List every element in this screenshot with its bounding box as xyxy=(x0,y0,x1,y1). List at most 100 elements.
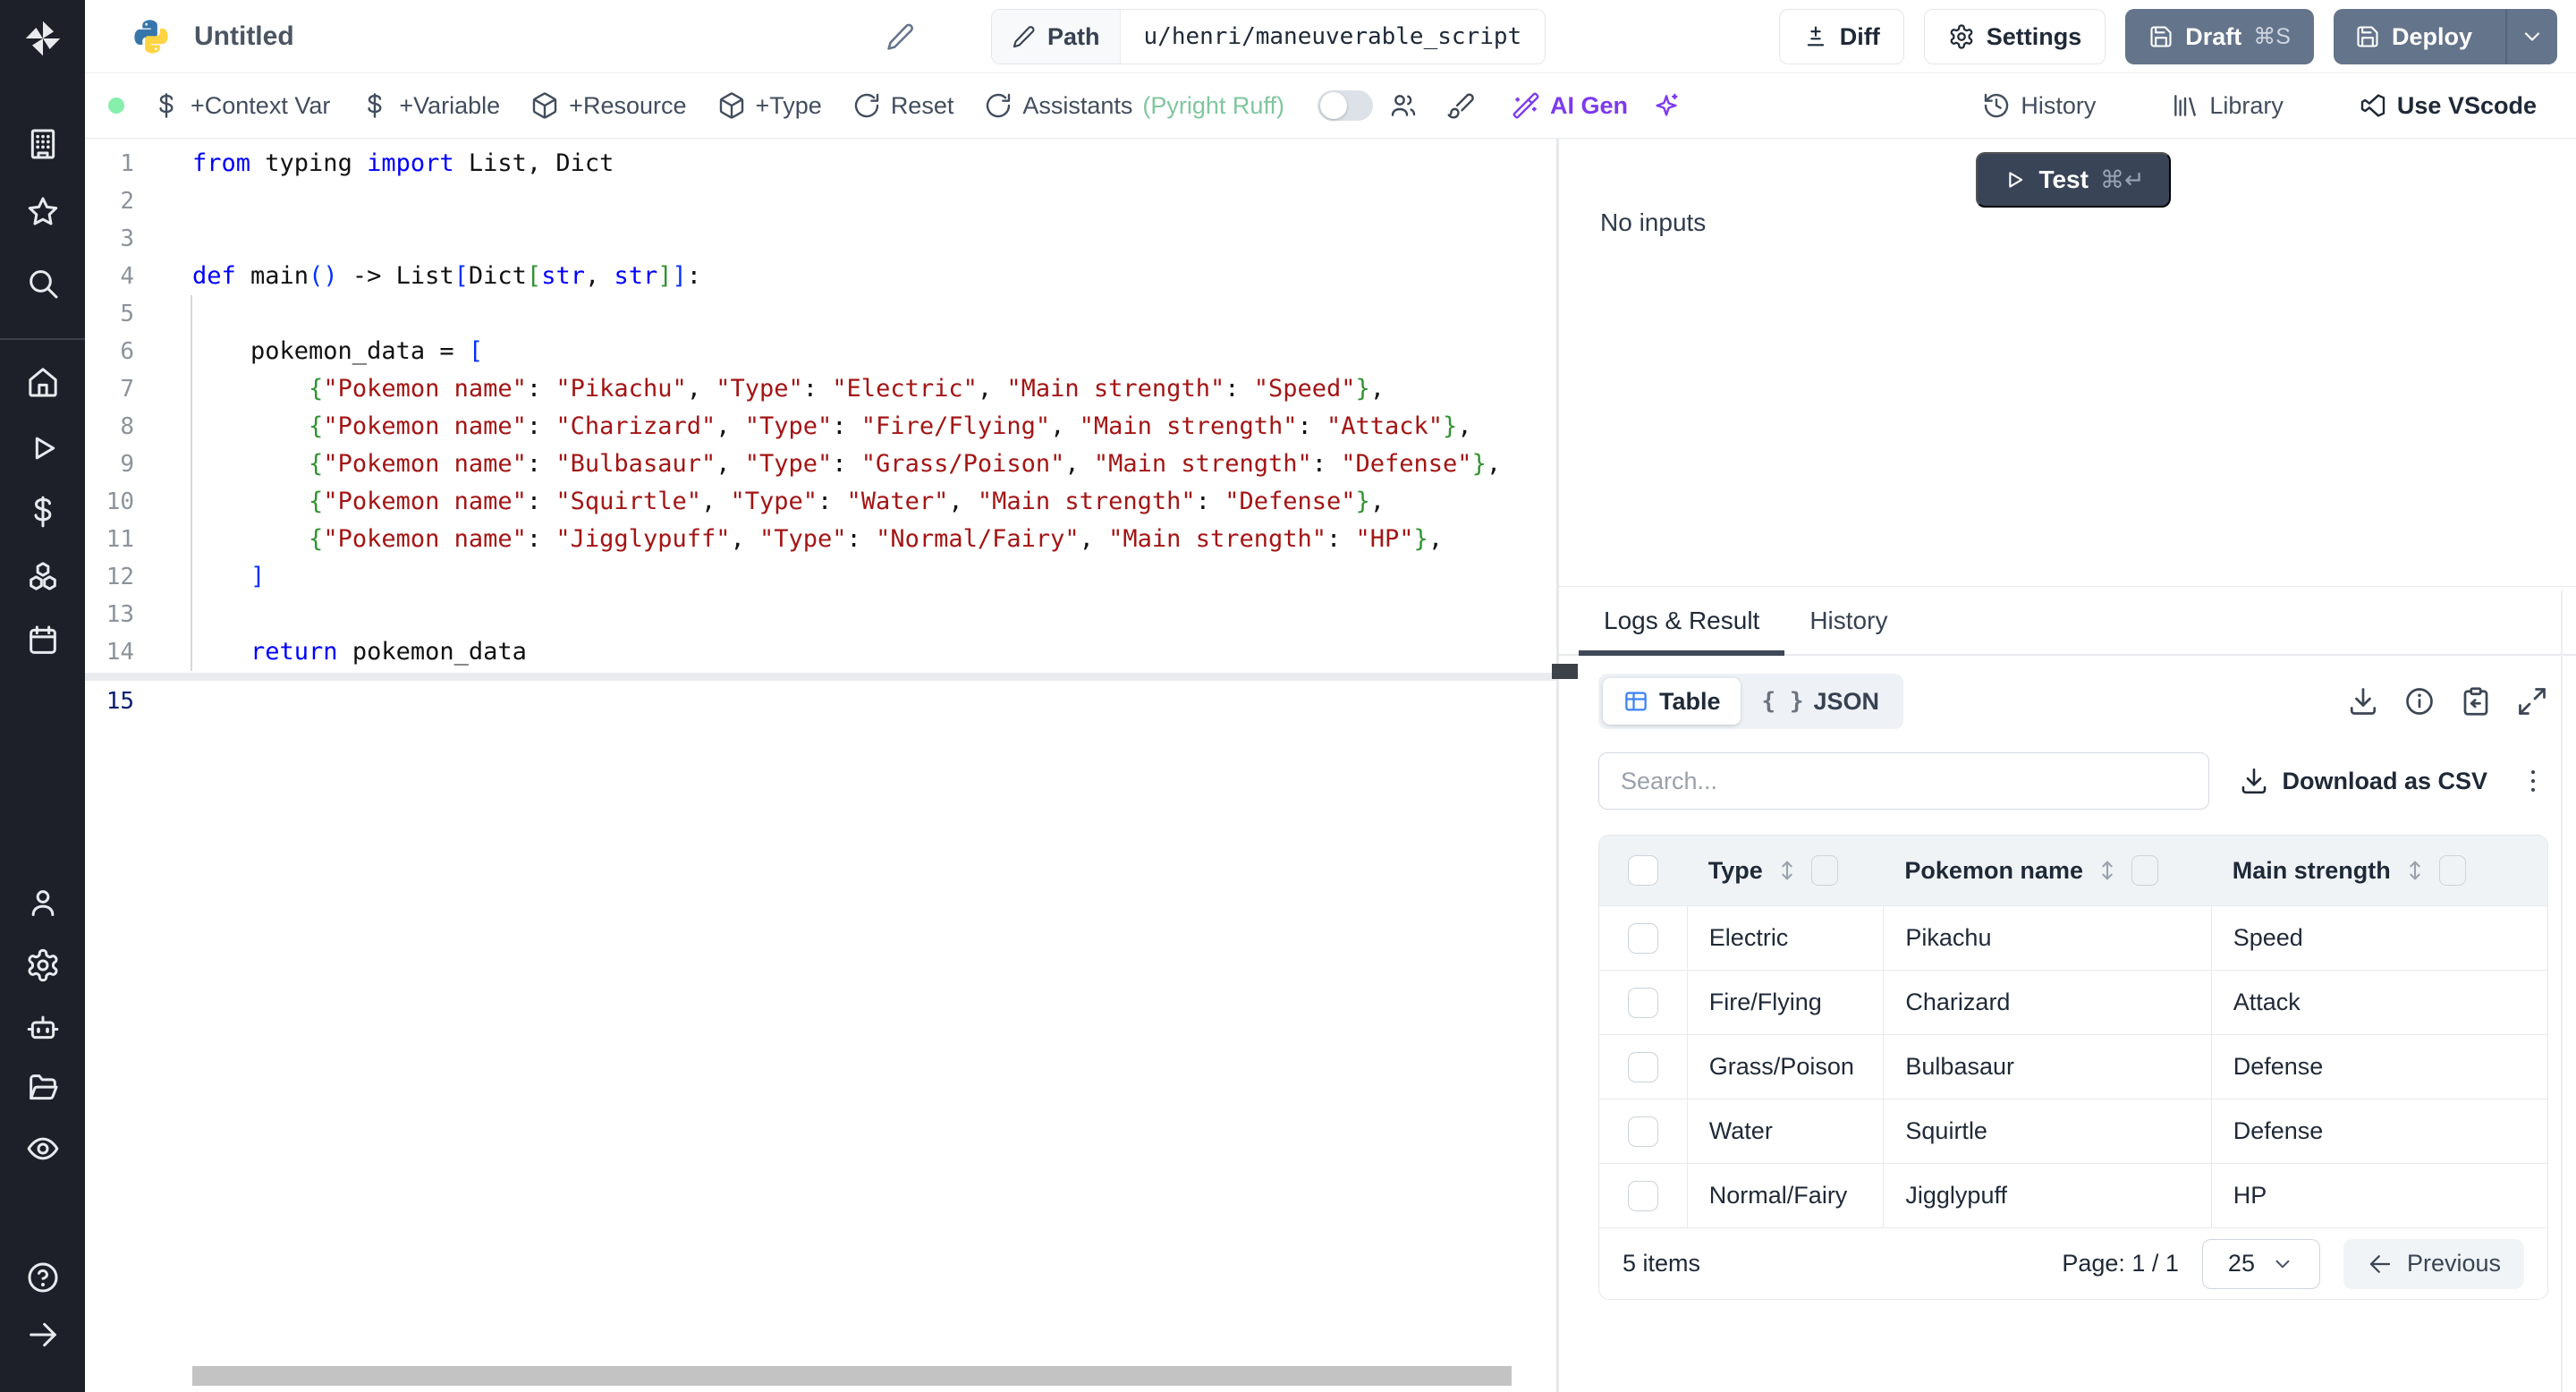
code-line[interactable]: 7 {"Pokemon name": "Pikachu", "Type": "E… xyxy=(85,370,1556,408)
code-line[interactable]: 3 xyxy=(85,220,1556,258)
sparkles-icon[interactable] xyxy=(1643,91,1690,120)
line-number: 11 xyxy=(106,526,134,553)
script-path-value[interactable]: u/henri/maneuverable_script xyxy=(1121,23,1546,50)
view-json-button[interactable]: { } JSON xyxy=(1742,678,1900,725)
diff-icon xyxy=(1807,26,1824,47)
tab-logs-and-result[interactable]: Logs & Result xyxy=(1579,587,1785,656)
dollar-icon xyxy=(368,93,382,118)
table-menu-kebab-icon[interactable] xyxy=(2518,766,2548,796)
reset-button[interactable]: Reset xyxy=(837,91,970,120)
tab-history[interactable]: History xyxy=(1784,587,1912,654)
row-checkbox[interactable] xyxy=(1627,1180,1658,1211)
table-row[interactable]: Grass/Poison Bulbasaur Defense xyxy=(1599,1034,2547,1099)
row-checkbox[interactable] xyxy=(1627,1116,1658,1147)
sort-icon[interactable] xyxy=(2095,858,2120,883)
deploy-dropdown-caret[interactable] xyxy=(2505,9,2557,64)
download-result-icon[interactable] xyxy=(2347,685,2379,717)
page-size-select[interactable]: 25 xyxy=(2201,1238,2320,1289)
workers-robot-icon[interactable] xyxy=(24,1008,62,1046)
audit-eye-icon[interactable] xyxy=(24,1130,62,1167)
format-brush-icon[interactable] xyxy=(1425,91,1496,120)
splitter-drag-handle[interactable] xyxy=(1552,664,1578,679)
deploy-button[interactable]: Deploy xyxy=(2333,9,2557,64)
column-header[interactable]: Type xyxy=(1687,836,1884,905)
code-line[interactable]: 9 {"Pokemon name": "Bulbasaur", "Type": … xyxy=(85,446,1556,483)
resources-cubes-icon[interactable] xyxy=(24,557,62,595)
select-all-checkbox[interactable] xyxy=(1627,855,1658,886)
code-line[interactable]: 5 xyxy=(85,295,1556,333)
add-variable-button[interactable]: +Variable xyxy=(345,91,515,120)
settings-button[interactable]: Settings xyxy=(1923,9,2106,64)
sort-icon[interactable] xyxy=(1775,858,1800,883)
column-filter-box[interactable] xyxy=(1810,855,1838,886)
previous-page-button[interactable]: Previous xyxy=(2343,1238,2524,1289)
chevron-down-icon xyxy=(2524,32,2540,41)
code-line[interactable]: 13 xyxy=(85,596,1556,633)
history-button[interactable]: History xyxy=(1967,91,2111,120)
table-row[interactable]: Electric Pikachu Speed xyxy=(1599,905,2547,970)
folders-icon[interactable] xyxy=(24,1069,62,1107)
test-button[interactable]: Test ⌘↵ xyxy=(1976,152,2171,208)
editor-horizontal-divider[interactable] xyxy=(85,673,1556,681)
assistants-button[interactable]: Assistants (Pyright Ruff) xyxy=(969,91,1300,120)
draft-button[interactable]: Draft ⌘S xyxy=(2125,9,2314,64)
favorites-star-icon[interactable] xyxy=(24,193,62,231)
runs-play-icon[interactable] xyxy=(24,429,62,467)
add-type-button[interactable]: +Type xyxy=(702,91,837,120)
left-sidebar xyxy=(0,0,85,1392)
sort-icon[interactable] xyxy=(2402,858,2428,883)
home-icon[interactable] xyxy=(24,363,62,401)
code-line[interactable]: 11 {"Pokemon name": "Jigglypuff", "Type"… xyxy=(85,521,1556,558)
schedules-calendar-icon[interactable] xyxy=(24,622,62,659)
collapse-arrow-right-icon[interactable] xyxy=(24,1316,62,1354)
column-filter-box[interactable] xyxy=(2438,855,2466,886)
table-cell: Pikachu xyxy=(1883,906,2210,970)
library-button[interactable]: Library xyxy=(2156,91,2299,120)
python-icon xyxy=(131,17,171,56)
code-line[interactable]: 6 pokemon_data = [ xyxy=(85,333,1556,370)
pane-scrollbar-track[interactable] xyxy=(2561,590,2563,1392)
code-line[interactable]: 2 xyxy=(85,182,1556,220)
script-path-field[interactable]: Path u/henri/maneuverable_script xyxy=(991,9,1546,64)
column-header[interactable]: Main strength xyxy=(2211,836,2547,905)
diff-button[interactable]: Diff xyxy=(1778,9,1904,64)
clipboard-copy-icon[interactable] xyxy=(2460,685,2492,717)
code-line[interactable]: 14 return pokemon_data xyxy=(85,633,1556,671)
code-editor[interactable]: 1 from typing import List, Dict 2 3 4 def mai… xyxy=(85,139,1556,1392)
collab-toggle[interactable] xyxy=(1317,90,1373,121)
code-line[interactable]: 12 ] xyxy=(85,558,1556,596)
workspace-building-icon[interactable] xyxy=(24,125,62,163)
view-table-button[interactable]: Table xyxy=(1603,678,1741,725)
code-line[interactable]: 15 xyxy=(85,683,1556,720)
windmill-logo-icon[interactable] xyxy=(18,11,68,66)
add-context-var-button[interactable]: +Context Var xyxy=(137,91,345,120)
table-search-input[interactable] xyxy=(1598,752,2209,810)
view-switcher: Table { } JSON xyxy=(1598,674,1904,729)
search-icon[interactable] xyxy=(24,265,62,302)
multiplayer-users-icon[interactable] xyxy=(1382,91,1425,120)
row-checkbox[interactable] xyxy=(1627,922,1658,954)
code-line[interactable]: 8 {"Pokemon name": "Charizard", "Type": … xyxy=(85,408,1556,446)
editor-horizontal-scrollbar[interactable] xyxy=(192,1366,1512,1386)
row-checkbox[interactable] xyxy=(1627,1051,1658,1082)
table-row[interactable]: Water Squirtle Defense xyxy=(1599,1099,2547,1163)
users-icon[interactable] xyxy=(24,885,62,922)
add-resource-button[interactable]: +Resource xyxy=(515,91,701,120)
column-header[interactable]: Pokemon name xyxy=(1883,836,2210,905)
settings-gear-icon[interactable] xyxy=(24,946,62,984)
table-row[interactable]: Fire/Flying Charizard Attack xyxy=(1599,970,2547,1034)
code-line[interactable]: 10 {"Pokemon name": "Squirtle", "Type": … xyxy=(85,483,1556,521)
edit-title-pencil-icon[interactable] xyxy=(886,21,916,52)
row-checkbox[interactable] xyxy=(1627,987,1658,1018)
use-vscode-button[interactable]: Use VScode xyxy=(2343,91,2552,120)
download-csv-button[interactable]: Download as CSV xyxy=(2239,766,2487,796)
expand-icon[interactable] xyxy=(2516,685,2548,717)
code-line[interactable]: 4 def main() -> List[Dict[str, str]]: xyxy=(85,258,1556,295)
info-icon[interactable] xyxy=(2403,685,2436,717)
variables-dollar-icon[interactable] xyxy=(24,493,62,530)
ai-gen-button[interactable]: AI Gen xyxy=(1496,91,1643,120)
table-row[interactable]: Normal/Fairy Jigglypuff HP xyxy=(1599,1163,2547,1227)
code-line[interactable]: 1 from typing import List, Dict xyxy=(85,145,1556,182)
help-icon[interactable] xyxy=(24,1259,62,1296)
column-filter-box[interactable] xyxy=(2131,855,2158,886)
